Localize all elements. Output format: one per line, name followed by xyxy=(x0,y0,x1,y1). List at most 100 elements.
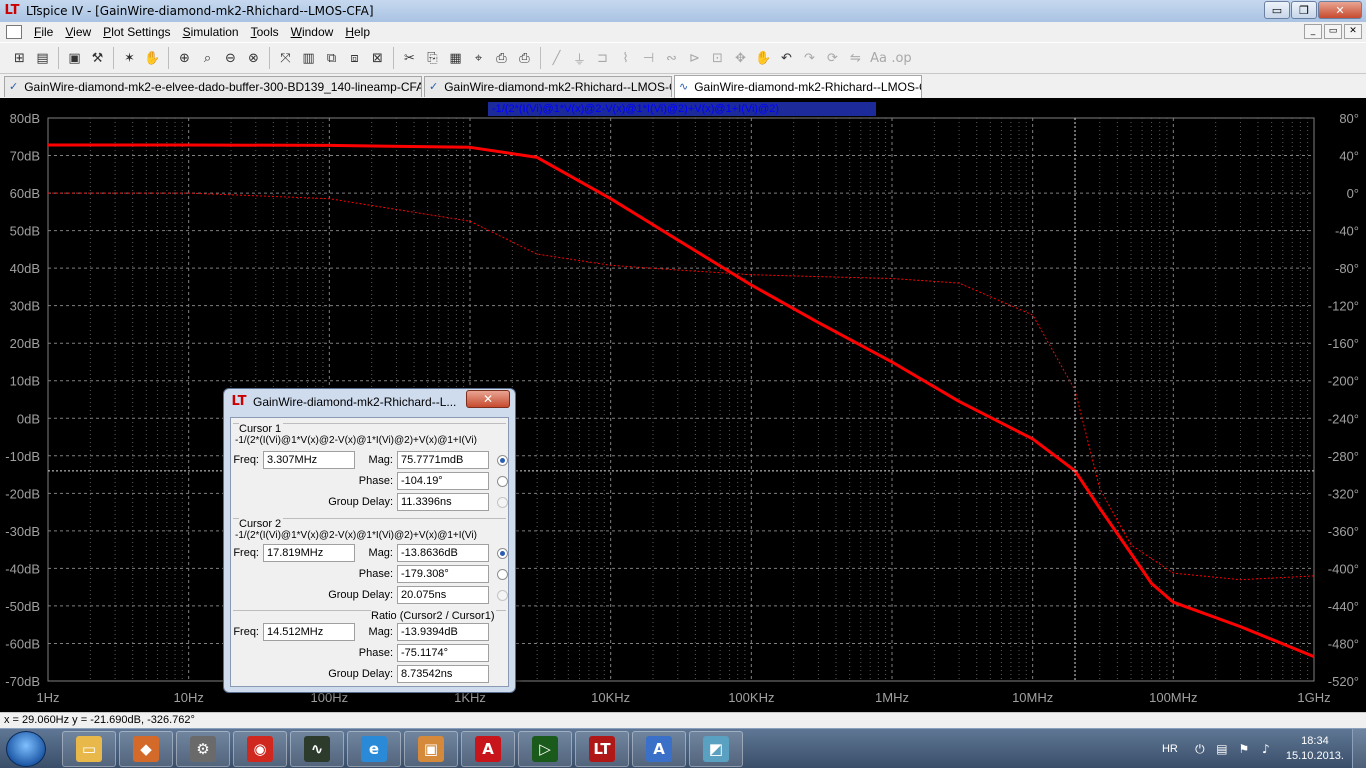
move-icon[interactable]: ✥ xyxy=(729,47,752,70)
menu-view[interactable]: View xyxy=(59,25,97,39)
taskbar-app-browser-red[interactable]: ◉ xyxy=(233,731,287,767)
paste-icon[interactable]: ▦ xyxy=(444,47,467,70)
taskbar-app-oscilloscope[interactable]: ∿ xyxy=(290,731,344,767)
zoom-in-icon[interactable]: ⊕ xyxy=(173,47,196,70)
power-icon[interactable]: ⏻ xyxy=(1192,741,1208,757)
language-indicator[interactable]: HR xyxy=(1162,743,1178,755)
ratio-gd-field[interactable]: 8.73542ns xyxy=(397,665,489,683)
copy-icon[interactable]: ⎘ xyxy=(421,47,444,70)
cursor1-phase-field[interactable]: -104.19° xyxy=(397,472,489,490)
cascade-icon[interactable]: ⧉ xyxy=(320,47,343,70)
drag-icon[interactable]: ✋ xyxy=(752,47,775,70)
tile-vertical-icon[interactable]: ▥ xyxy=(297,47,320,70)
inductor-icon[interactable]: ∾ xyxy=(660,47,683,70)
label-icon[interactable]: ⊐ xyxy=(591,47,614,70)
redo-icon[interactable]: ↷ xyxy=(798,47,821,70)
taskbar-app-explorer[interactable]: ▭ xyxy=(62,731,116,767)
start-button[interactable] xyxy=(6,731,46,767)
autorange-icon[interactable]: ⤧ xyxy=(274,47,297,70)
maximize-button[interactable]: ❐ xyxy=(1291,1,1317,19)
menu-tools[interactable]: Tools xyxy=(245,25,285,39)
taskbar-app-notes[interactable]: ◩ xyxy=(689,731,743,767)
close-button[interactable]: ✕ xyxy=(1318,1,1362,19)
pan-icon[interactable]: ✋ xyxy=(141,47,164,70)
taskbar-app-photos[interactable]: ▣ xyxy=(404,731,458,767)
doc-close-button[interactable]: ✕ xyxy=(1344,24,1362,39)
cursor2-freq-field[interactable]: 17.819MHz xyxy=(263,544,355,562)
cursor1-freq-field[interactable]: 3.307MHz xyxy=(263,451,355,469)
ground-icon[interactable]: ⏚ xyxy=(568,47,591,70)
zoom-out-icon[interactable]: ⊖ xyxy=(219,47,242,70)
capacitor-icon[interactable]: ⊣ xyxy=(637,47,660,70)
cursor1-phase-radio[interactable] xyxy=(497,476,508,487)
cut-icon[interactable]: ✂ xyxy=(398,47,421,70)
x-tick-label: 10MHz xyxy=(1012,690,1053,705)
close-all-icon[interactable]: ⊠ xyxy=(366,47,389,70)
spice-directive-icon[interactable]: .op xyxy=(890,47,913,70)
wire-icon[interactable]: ╱ xyxy=(545,47,568,70)
doc-minimize-button[interactable]: _ xyxy=(1304,24,1322,39)
control-panel-icon[interactable]: ⚒ xyxy=(86,47,109,70)
taskbar-app-ie[interactable]: e xyxy=(347,731,401,767)
cursor2-gd-field[interactable]: 20.075ns xyxy=(397,586,489,604)
cursor1-gd-field[interactable]: 11.3396ns xyxy=(397,493,489,511)
taskbar-app-pdf[interactable]: A xyxy=(461,731,515,767)
resistor-icon[interactable]: ⌇ xyxy=(614,47,637,70)
ratio-mag-field[interactable]: -13.9394dB xyxy=(397,623,489,641)
bode-plot-svg[interactable]: 80dB 70dB 60dB 50dB 40dB 30dB 20dB 10dB 0dB -10dB… xyxy=(0,98,1366,712)
doc-restore-button[interactable]: ▭ xyxy=(1324,24,1342,39)
cursor1-mag-field[interactable]: 75.7771mdB xyxy=(397,451,489,469)
print-preview-icon[interactable]: ⎙ xyxy=(490,47,513,70)
dialog-close-button[interactable]: ✕ xyxy=(466,390,510,408)
find-icon[interactable]: ⌖ xyxy=(467,47,490,70)
ie-icon: e xyxy=(361,736,387,762)
cursor2-phase-radio[interactable] xyxy=(497,569,508,580)
print-icon[interactable]: ⎙ xyxy=(513,47,536,70)
taskbar-app-tool[interactable]: ⚙ xyxy=(176,731,230,767)
menu-plot-settings[interactable]: Plot Settings xyxy=(97,25,176,39)
tile-icon[interactable]: ⧈ xyxy=(343,47,366,70)
menu-simulation[interactable]: Simulation xyxy=(177,25,245,39)
tab-elvee-schematic[interactable]: ✓ GainWire-diamond-mk2-e-elvee-dado-buff… xyxy=(4,76,422,97)
document-menu-icon[interactable] xyxy=(6,25,22,39)
tab-rhichard-schematic[interactable]: ✓ GainWire-diamond-mk2-Rhichard--LMOS-CF… xyxy=(424,76,672,97)
cursor1-gd-radio[interactable] xyxy=(497,497,508,508)
ratio-phase-field[interactable]: -75.1174° xyxy=(397,644,489,662)
zoom-fit-icon[interactable]: ⊗ xyxy=(242,47,265,70)
volume-icon[interactable]: ♪ xyxy=(1258,741,1274,757)
open-schematic-icon[interactable]: ⊞ xyxy=(8,47,31,70)
taskbar-app-document[interactable]: A xyxy=(632,731,686,767)
cursor2-mag-radio[interactable] xyxy=(497,548,508,559)
rotate-icon[interactable]: ⟳ xyxy=(821,47,844,70)
component-icon[interactable]: ⊡ xyxy=(706,47,729,70)
tab-rhichard-waveform[interactable]: ∿ GainWire-diamond-mk2-Rhichard--LMOS-CF… xyxy=(674,75,922,98)
zoom-area-icon[interactable]: ⌕ xyxy=(196,47,219,70)
minimize-button[interactable]: ▭ xyxy=(1264,1,1290,19)
dialog-title-bar[interactable]: LT GainWire-diamond-mk2-Rhichard--L... ✕ xyxy=(224,389,515,415)
undo-icon[interactable]: ↶ xyxy=(775,47,798,70)
title-bar[interactable]: LT LTspice IV - [GainWire-diamond-mk2-Rh… xyxy=(0,0,1366,22)
taskbar-app-package[interactable]: ◆ xyxy=(119,731,173,767)
network-icon[interactable]: ▤ xyxy=(1214,741,1230,757)
flag-icon[interactable]: ⚑ xyxy=(1236,741,1252,757)
ratio-freq-field[interactable]: 14.512MHz xyxy=(263,623,355,641)
menu-file[interactable]: File xyxy=(28,25,59,39)
menu-window[interactable]: Window xyxy=(285,25,340,39)
clock[interactable]: 18:34 15.10.2013. xyxy=(1286,734,1344,764)
run-icon[interactable]: ✶ xyxy=(118,47,141,70)
menu-help[interactable]: Help xyxy=(339,25,376,39)
trace-expression-label[interactable]: -1/(2*(I(Vi)@1*V(x)@2-V(x)@1*I(Vi)@2)+V(… xyxy=(488,102,876,116)
mirror-icon[interactable]: ⇋ xyxy=(844,47,867,70)
cursor2-gd-radio[interactable] xyxy=(497,590,508,601)
diode-icon[interactable]: ⊳ xyxy=(683,47,706,70)
cursor2-phase-field[interactable]: -179.308° xyxy=(397,565,489,583)
taskbar-app-ltspice-sim[interactable]: ▷ xyxy=(518,731,572,767)
cursor1-mag-radio[interactable] xyxy=(497,455,508,466)
cursor2-mag-field[interactable]: -13.8636dB xyxy=(397,544,489,562)
open-file-icon[interactable]: ▤ xyxy=(31,47,54,70)
save-icon[interactable]: ▣ xyxy=(63,47,86,70)
taskbar-app-ltspice[interactable]: LT xyxy=(575,731,629,767)
text-icon[interactable]: Aa xyxy=(867,47,890,70)
show-desktop-button[interactable] xyxy=(1352,729,1366,768)
waveform-plot[interactable]: 80dB 70dB 60dB 50dB 40dB 30dB 20dB 10dB 0dB -10dB… xyxy=(0,98,1366,712)
